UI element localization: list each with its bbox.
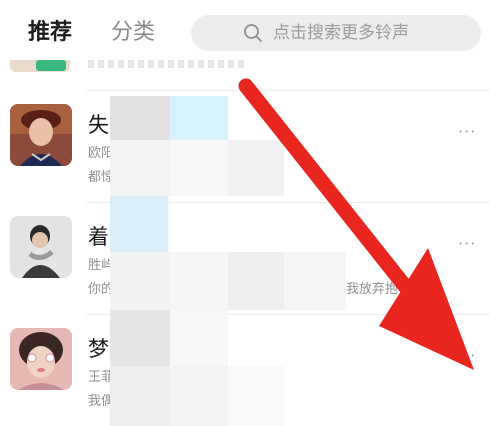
top-bar: 推荐 分类 点击搜索更多铃声 xyxy=(0,0,489,66)
more-options-button[interactable]: ··· xyxy=(458,346,476,365)
song-artist: 胜屿 xyxy=(88,258,115,273)
tab-recommend[interactable]: 推荐 xyxy=(28,19,72,47)
song-thumbnail xyxy=(10,104,72,166)
search-placeholder: 点击搜索更多铃声 xyxy=(273,23,409,43)
song-artist: 王菲 xyxy=(88,370,115,385)
song-description: 你的 xyxy=(88,282,115,297)
tab-category[interactable]: 分类 xyxy=(111,19,155,47)
song-artist: 欧阳 xyxy=(88,146,115,161)
list-item-partial[interactable] xyxy=(0,60,489,90)
song-description-tail: 我放弃抱 xyxy=(346,282,399,297)
song-description: 都惊 xyxy=(88,170,115,185)
list-item[interactable]: 梦 王菲 我偶 ··· xyxy=(0,314,489,426)
search-icon xyxy=(244,24,262,42)
song-badge xyxy=(36,60,66,71)
song-title: 着 xyxy=(88,225,109,249)
song-title: 失 xyxy=(88,113,109,137)
more-options-button[interactable]: ··· xyxy=(458,122,476,141)
song-title: 梦 xyxy=(88,337,109,361)
list-item[interactable]: 失 欧阳 都惊 ··· xyxy=(0,90,489,202)
search-input[interactable]: 点击搜索更多铃声 xyxy=(191,15,481,51)
song-thumbnail xyxy=(10,216,72,278)
list-item[interactable]: 着 胜屿 你的 我放弃抱 ··· xyxy=(0,202,489,314)
more-options-button[interactable]: ··· xyxy=(458,234,476,253)
song-text-partial xyxy=(88,60,248,68)
song-thumbnail xyxy=(10,328,72,390)
song-description: 我偶 xyxy=(88,394,115,409)
